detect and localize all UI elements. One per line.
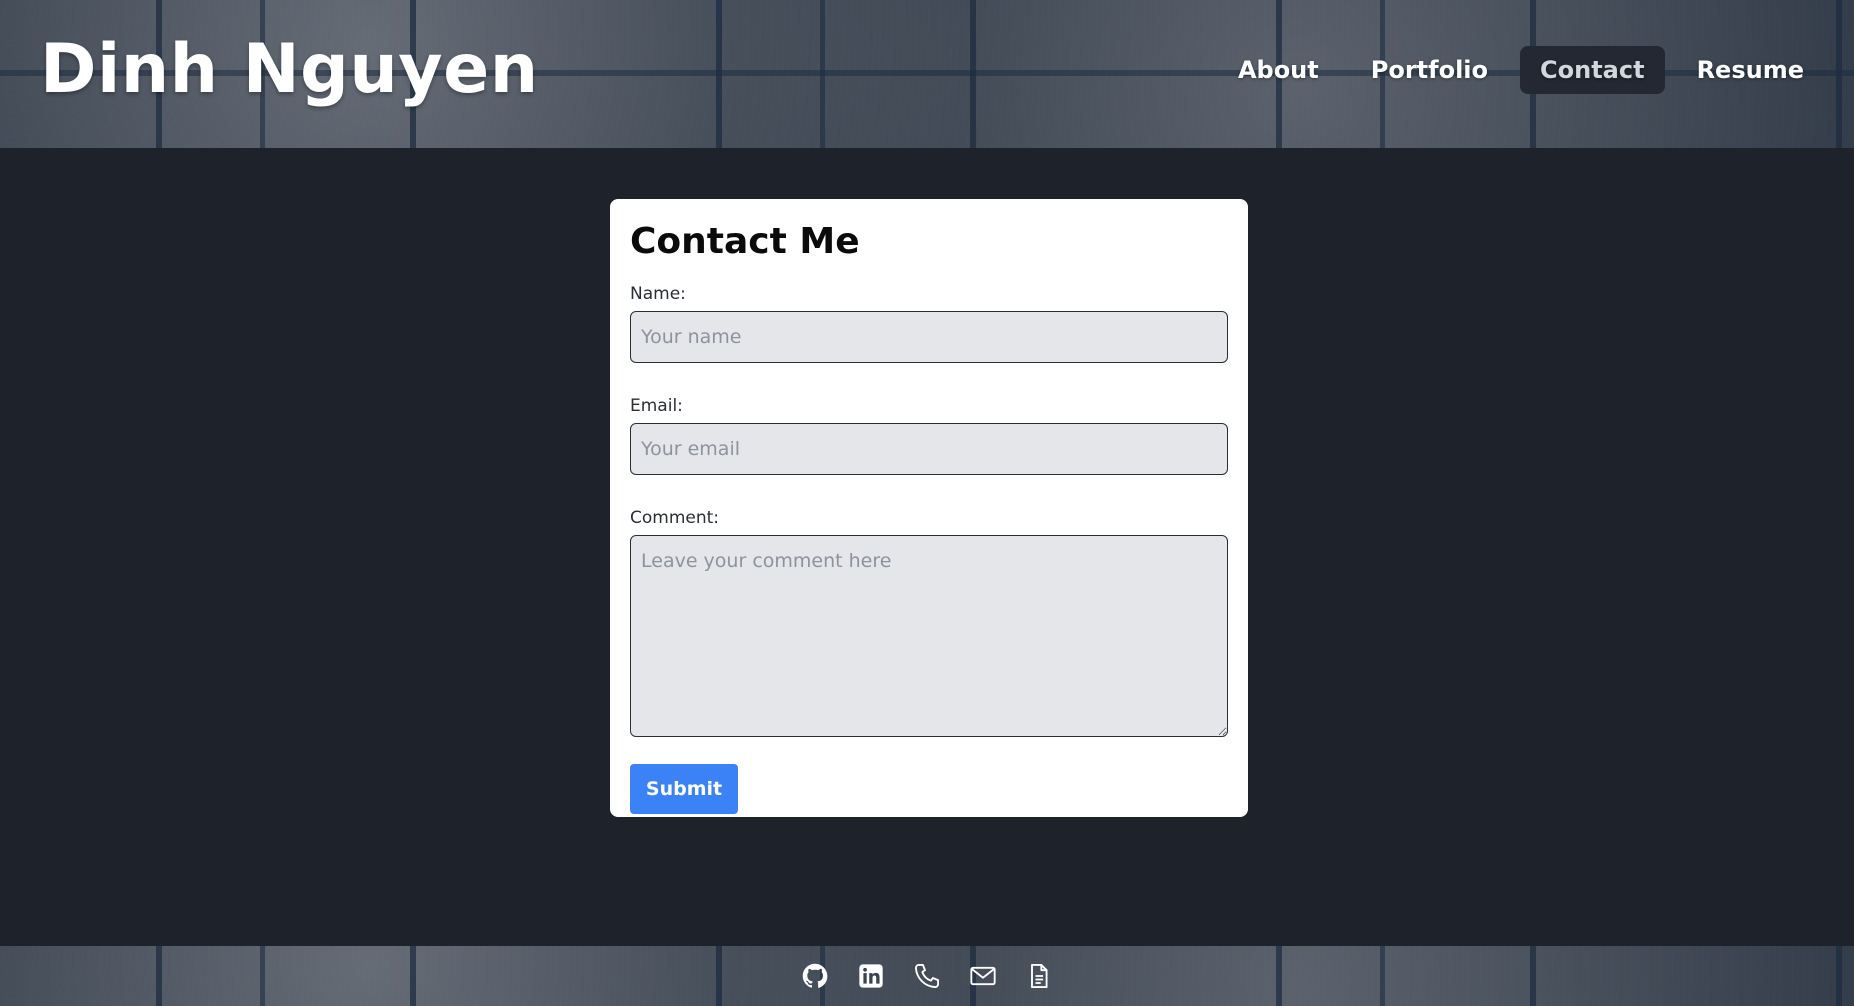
footer-icon-bar (0, 960, 1854, 992)
comment-label: Comment: (630, 508, 720, 528)
site-title[interactable]: Dinh Nguyen (40, 30, 539, 109)
main-nav: About Portfolio Contact Resume (1218, 46, 1824, 94)
mail-icon[interactable] (967, 960, 999, 992)
name-input[interactable] (630, 311, 1228, 363)
email-input[interactable] (630, 423, 1228, 475)
site-footer (0, 946, 1854, 1006)
contact-form-title: Contact Me (630, 221, 860, 262)
site-header: Dinh Nguyen About Portfolio Contact Resu… (0, 0, 1854, 148)
contact-form: Contact Me Name: Email: Comment: Submit (610, 199, 1248, 817)
email-label: Email: (630, 396, 683, 416)
nav-link-contact[interactable]: Contact (1520, 46, 1665, 94)
submit-button[interactable]: Submit (630, 764, 738, 814)
nav-link-about[interactable]: About (1218, 46, 1339, 94)
nav-link-portfolio[interactable]: Portfolio (1351, 46, 1508, 94)
comment-textarea[interactable] (630, 535, 1228, 737)
linkedin-icon[interactable] (855, 960, 887, 992)
nav-link-resume[interactable]: Resume (1677, 46, 1824, 94)
name-label: Name: (630, 284, 686, 304)
document-icon[interactable] (1023, 960, 1055, 992)
github-icon[interactable] (799, 960, 831, 992)
phone-icon[interactable] (911, 960, 943, 992)
